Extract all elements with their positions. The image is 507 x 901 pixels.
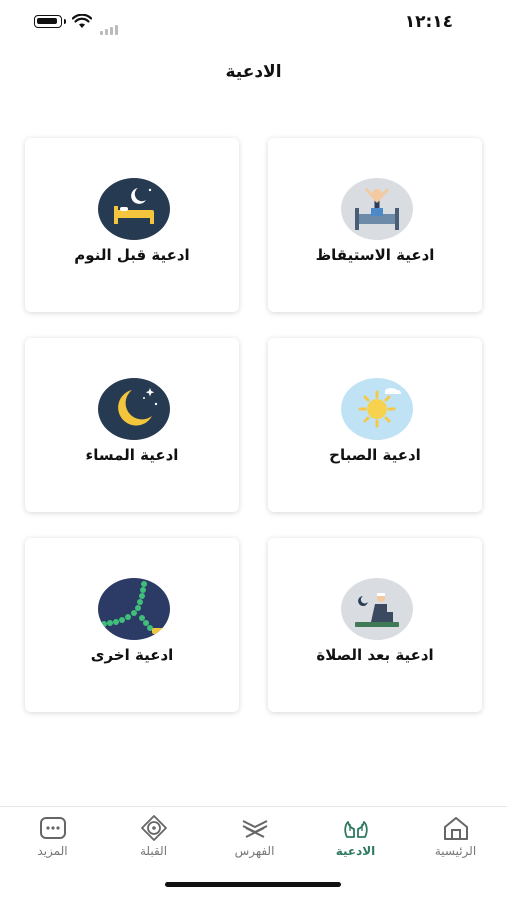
home-icon [441, 815, 471, 841]
tab-qibla[interactable]: القبلة [103, 807, 204, 867]
status-time: ١٢:١٤ [404, 12, 453, 32]
prayer-beads-icon [98, 578, 170, 640]
tab-label: القبلة [139, 844, 168, 858]
tab-home[interactable]: الرئيسية [405, 807, 506, 867]
tab-index[interactable]: الفهرس [204, 807, 305, 867]
card-label: ادعية الصباح [329, 446, 421, 464]
sleep-icon [98, 178, 170, 240]
tab-label: الرئيسية [434, 844, 477, 858]
prayer-icon [341, 578, 413, 640]
tab-label: الفهرس [234, 844, 275, 858]
sun-icon [341, 378, 413, 440]
tab-more[interactable]: المزيد [2, 807, 103, 867]
card-before-sleep-duas[interactable]: ادعية قبل النوم [25, 138, 239, 312]
card-label: ادعية الاستيقاظ [315, 246, 435, 264]
signal-icon [100, 16, 120, 35]
more-icon [38, 815, 68, 841]
card-morning-duas[interactable]: ادعية الصباح [268, 338, 482, 512]
card-after-prayer-duas[interactable]: ادعية بعد الصلاة [268, 538, 482, 712]
wifi-icon [72, 14, 92, 28]
page-title: الادعية [225, 62, 282, 82]
praying-hands-icon [341, 815, 371, 841]
quran-stand-icon [240, 815, 270, 841]
home-indicator [165, 882, 341, 887]
moon-icon [98, 378, 170, 440]
card-label: ادعية المساء [85, 446, 179, 464]
card-label: ادعية بعد الصلاة [316, 646, 434, 664]
tab-label: المزيد [37, 844, 68, 858]
battery-icon [34, 15, 66, 28]
tab-label: الادعية [335, 844, 376, 858]
status-bar: ١٢:١٤ [0, 0, 507, 44]
card-evening-duas[interactable]: ادعية المساء [25, 338, 239, 512]
card-label: ادعية قبل النوم [74, 246, 190, 264]
tab-duas[interactable]: الادعية [305, 807, 406, 867]
card-label: ادعية اخرى [90, 646, 174, 664]
compass-icon [139, 815, 169, 841]
wake-up-icon [341, 178, 413, 240]
card-wake-up-duas[interactable]: ادعية الاستيقاظ [268, 138, 482, 312]
card-other-duas[interactable]: ادعية اخرى [25, 538, 239, 712]
